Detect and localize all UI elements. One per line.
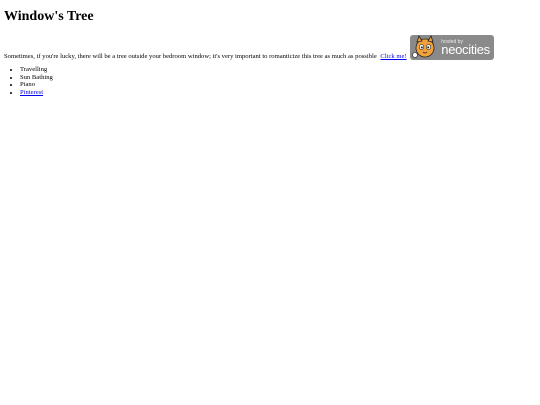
neocities-cat-icon	[412, 35, 435, 58]
list-item: Piano	[20, 81, 53, 89]
pinterest-link[interactable]: Pinterest	[20, 89, 43, 96]
list-item-label: Piano	[20, 81, 36, 89]
list-item: Travelling	[20, 66, 53, 74]
list-item: Pinterest	[20, 89, 53, 97]
click-me-link[interactable]: Click me!	[380, 53, 406, 60]
list-item: Sun Bathing	[20, 74, 53, 82]
page-title: Window's Tree	[4, 9, 94, 24]
intro-text: Sometimes, if you're lucky, there will b…	[4, 53, 377, 60]
badge-brand-text: neocities	[441, 42, 490, 57]
intro-paragraph: Sometimes, if you're lucky, there will b…	[4, 33, 534, 61]
neocities-hosted-badge[interactable]: hosted by neocities	[410, 35, 495, 60]
hobbies-list: Travelling Sun Bathing Piano Pinterest	[4, 66, 53, 96]
list-item-label: Travelling	[20, 66, 48, 73]
list-item-label: Sun Bathing	[20, 73, 53, 81]
